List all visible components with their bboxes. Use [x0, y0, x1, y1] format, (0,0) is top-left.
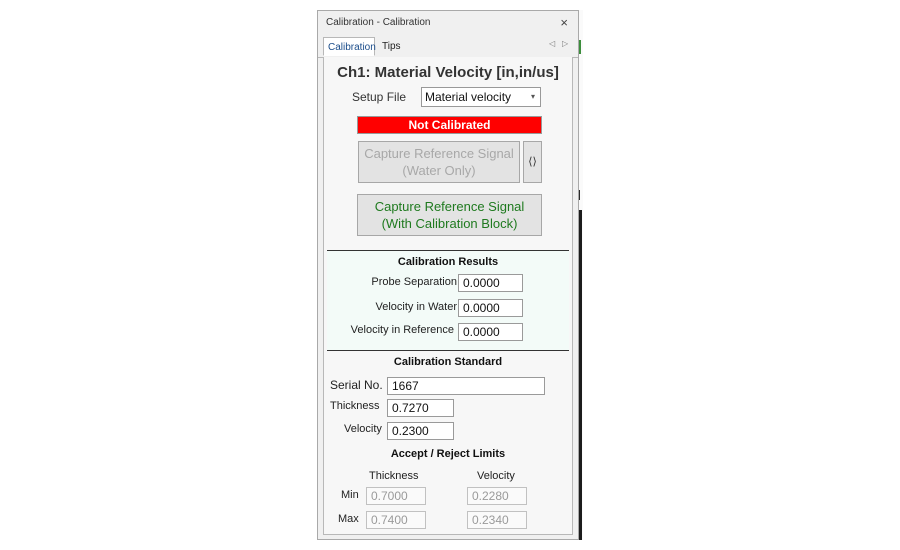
chevron-down-icon[interactable]: ▾ [531, 88, 535, 106]
section-divider [327, 350, 569, 351]
limits-min-label: Min [341, 489, 359, 501]
button-label-line1: Capture Reference Signal [374, 199, 525, 214]
tab-calibration[interactable]: Calibration [323, 37, 376, 56]
min-velocity-input[interactable]: 0.2280 [467, 487, 527, 505]
velocity-label: Velocity [344, 423, 382, 435]
max-velocity-input[interactable]: 0.2340 [467, 511, 527, 529]
velocity-input[interactable]: 0.2300 [387, 422, 454, 440]
velocity-in-reference-value: 0.0000 [458, 323, 523, 341]
tab-scroll-right-icon[interactable]: ▷ [562, 39, 568, 48]
velocity-in-water-value: 0.0000 [458, 299, 523, 317]
calibration-results-section: Calibration Results Probe Separation 0.0… [327, 251, 569, 350]
limits-thickness-column-header: Thickness [369, 470, 419, 482]
calibration-standard-title: Calibration Standard [393, 356, 503, 368]
capture-water-reference-button[interactable]: Capture Reference Signal (Water Only) [358, 141, 520, 183]
tab-bar: Calibration Tips ◁ ▷ [318, 35, 578, 58]
limits-max-label: Max [338, 513, 359, 525]
capture-block-reference-button[interactable]: Capture Reference Signal (With Calibrati… [357, 194, 542, 236]
velocity-in-water-label: Velocity in Water [375, 301, 457, 313]
accept-reject-limits-title: Accept / Reject Limits [390, 448, 506, 460]
calibration-tab-content: Ch1: Material Velocity [in,in/us] Setup … [323, 57, 573, 535]
refresh-icon[interactable]: ⟨⟩ [523, 141, 542, 183]
tab-scroll-left-icon[interactable]: ◁ [549, 39, 555, 48]
probe-separation-label: Probe Separation [371, 276, 457, 288]
thickness-label: Thickness [330, 400, 380, 412]
button-label-line2: (With Calibration Block) [381, 216, 518, 231]
min-thickness-input[interactable]: 0.7000 [366, 487, 426, 505]
calibration-status-banner: Not Calibrated [357, 116, 542, 134]
button-label-line1: Capture Reference Signal [364, 146, 514, 161]
window-title: Calibration - Calibration [326, 17, 431, 28]
velocity-in-reference-label: Velocity in Reference [350, 324, 454, 336]
calibration-results-title: Calibration Results [397, 256, 499, 268]
close-icon[interactable]: × [560, 15, 568, 30]
limits-velocity-column-header: Velocity [477, 470, 515, 482]
thickness-input[interactable]: 0.7270 [387, 399, 454, 417]
serial-number-input[interactable]: 1667 [387, 377, 545, 395]
channel-heading: Ch1: Material Velocity [in,in/us] [337, 64, 559, 81]
title-bar: Calibration - Calibration × [318, 11, 578, 35]
calibration-panel: Calibration - Calibration × Calibration … [317, 10, 579, 540]
setup-file-select[interactable]: Material velocity ▾ [421, 87, 541, 107]
max-thickness-input[interactable]: 0.7400 [366, 511, 426, 529]
setup-file-label: Setup File [352, 90, 407, 104]
probe-separation-value: 0.0000 [458, 274, 523, 292]
button-label-line2: (Water Only) [402, 163, 476, 178]
serial-number-label: Serial No. [330, 378, 383, 392]
tab-tips[interactable]: Tips [378, 37, 408, 56]
setup-file-value: Material velocity [425, 90, 512, 104]
